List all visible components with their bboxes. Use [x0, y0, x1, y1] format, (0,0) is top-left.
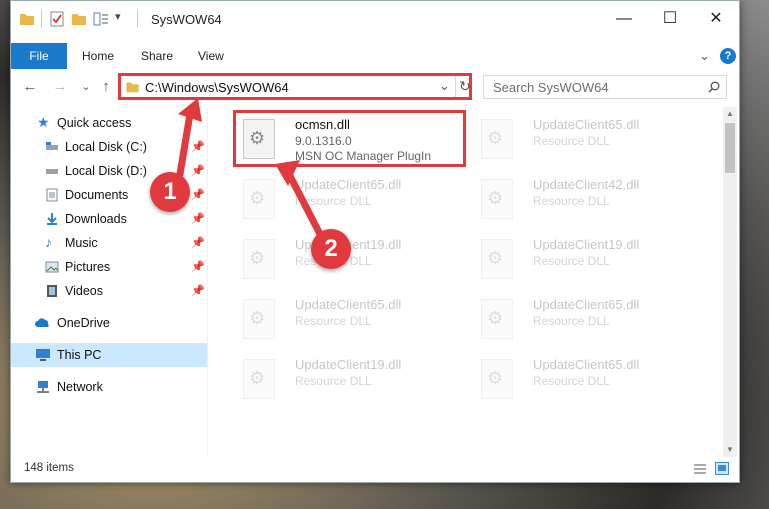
annotation-arrows: [176, 98, 326, 242]
callout-step-1: 1: [150, 172, 190, 212]
callout-step-2: 2: [311, 229, 351, 269]
